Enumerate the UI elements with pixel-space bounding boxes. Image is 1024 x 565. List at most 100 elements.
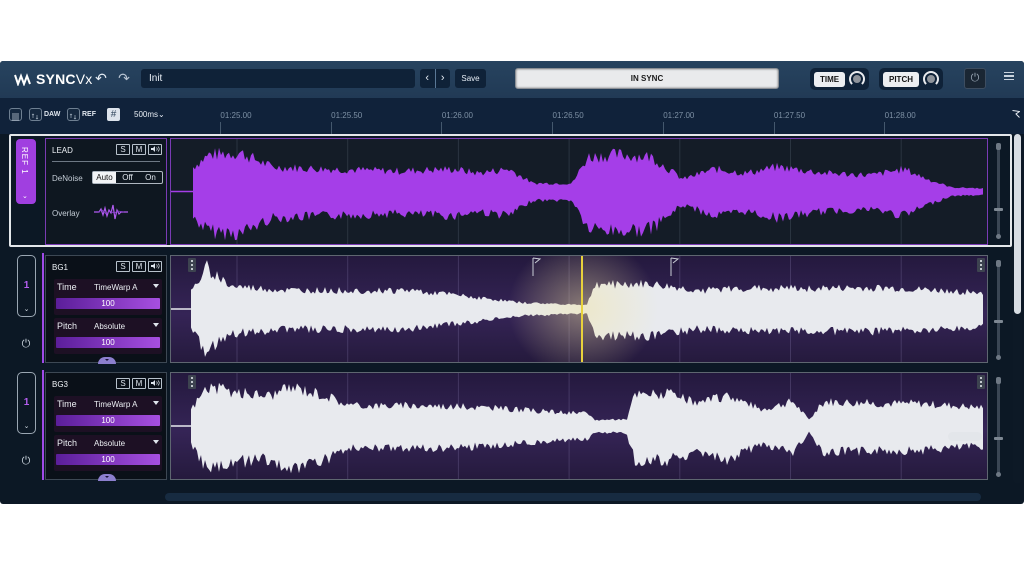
denoise-option-on[interactable]: On — [139, 172, 162, 183]
track-name: BG1 — [52, 263, 69, 272]
kebab-menu-icon[interactable] — [188, 375, 196, 389]
ref-sync-icon[interactable] — [67, 108, 80, 121]
ruler-tick-label: 01:27.50 — [773, 111, 806, 120]
pitch-mode-select[interactable]: Absolute — [94, 322, 125, 331]
caret-down-icon[interactable] — [153, 440, 159, 444]
preset-name-field[interactable]: Init — [141, 69, 415, 88]
ruler-tick-label: 01:26.50 — [552, 111, 584, 120]
corner-flag-icon[interactable] — [1012, 110, 1020, 118]
ruler-tick — [662, 122, 664, 134]
speaker-icon[interactable] — [148, 144, 162, 155]
sync-status-button[interactable]: IN SYNC — [515, 68, 779, 89]
mute-button[interactable]: M — [132, 261, 146, 272]
pitch-knob[interactable] — [923, 71, 939, 87]
denoise-label: DeNoise — [52, 174, 83, 183]
expand-panel-button[interactable] — [98, 474, 116, 481]
reference-control-panel: LEAD S M DeNoise Auto Off On Overlay — [45, 138, 167, 245]
pitch-toggle-button[interactable]: PITCH — [883, 71, 919, 87]
previous-preset-button[interactable]: ‹ — [420, 69, 436, 88]
speaker-icon[interactable] — [148, 261, 162, 272]
ref-selector-tab[interactable]: 1 ⌄ — [17, 255, 36, 317]
track-control-panel: BG1 S M Time TimeWarp A 100 Pitch Absolu… — [45, 255, 167, 364]
vertical-scrollbar[interactable] — [1013, 134, 1022, 484]
waves-logo-icon — [14, 73, 31, 86]
pitch-amount-slider[interactable]: 100 — [56, 337, 160, 348]
overlay-waveform-icon[interactable] — [94, 204, 128, 220]
denoise-option-off[interactable]: Off — [116, 172, 139, 183]
track-volume-slider[interactable] — [994, 260, 1003, 360]
next-preset-button[interactable]: › — [436, 69, 451, 88]
track-waveform-graphic — [171, 373, 983, 479]
chevron-down-icon: ⌄ — [23, 306, 30, 313]
ruler-tick-label: 01:28.00 — [884, 111, 916, 120]
solo-button[interactable]: S — [116, 261, 130, 272]
hamburger-menu-icon[interactable] — [1004, 72, 1014, 80]
ruler-tick-label: 01:25.00 — [220, 111, 252, 120]
track-name: BG3 — [52, 380, 69, 389]
pitch-label: Pitch — [57, 321, 78, 331]
caret-down-icon[interactable] — [153, 401, 159, 405]
grid-icon[interactable]: # — [107, 108, 120, 121]
track-power-icon[interactable]: ⏻ — [19, 454, 33, 468]
speaker-icon[interactable] — [148, 378, 162, 389]
track-volume-slider[interactable] — [994, 377, 1003, 477]
chevron-down-icon: ⌄ — [22, 193, 28, 200]
horizontal-scrollbar[interactable] — [165, 493, 981, 501]
track-waveform[interactable] — [170, 255, 988, 363]
list-icon[interactable] — [9, 108, 22, 121]
sync-marker-flag[interactable] — [670, 257, 680, 276]
ruler-tick-label: 01:27.00 — [663, 111, 695, 120]
caret-down-icon[interactable] — [153, 323, 159, 327]
kebab-menu-icon[interactable] — [977, 258, 985, 272]
pitch-amount-slider[interactable]: 100 — [56, 454, 160, 465]
caret-down-icon[interactable] — [153, 284, 159, 288]
app-title: SYNCVx — [36, 71, 93, 87]
ref-label: REF — [82, 111, 96, 118]
pitch-mode-select[interactable]: Absolute — [94, 439, 125, 448]
solo-button[interactable]: S — [116, 144, 130, 155]
ruler-tick — [884, 122, 886, 134]
pitch-mode-group: PITCH — [879, 68, 943, 90]
kebab-menu-icon[interactable] — [188, 258, 196, 272]
reference-track: REF 1 ⌄ LEAD S M DeNoise Auto Off On Ove… — [0, 134, 1024, 247]
undo-icon[interactable]: ↶ — [94, 71, 108, 85]
mute-button[interactable]: M — [132, 378, 146, 389]
denoise-option-auto[interactable]: Auto — [93, 172, 116, 183]
track-waveform[interactable] — [170, 372, 988, 480]
redo-icon[interactable]: ↷ — [117, 71, 131, 85]
vertical-scrollbar-thumb[interactable] — [1014, 134, 1021, 314]
track-power-icon[interactable]: ⏻ — [19, 337, 33, 351]
waveform-shape — [193, 147, 983, 241]
app-logo: SYNCVx — [14, 71, 92, 87]
reference-volume-slider[interactable] — [994, 143, 1003, 239]
header-bar: SYNCVx ↶ ↷ Init ‹ › Save IN SYNC TIME PI… — [0, 61, 1024, 98]
ref-selector-tab[interactable]: REF 1 ⌄ — [16, 139, 36, 204]
daw-sync-icon[interactable] — [29, 108, 42, 121]
time-mode-select[interactable]: TimeWarp A — [94, 283, 137, 292]
horizontal-scrollbar-thumb[interactable] — [948, 432, 982, 441]
time-mode-select[interactable]: TimeWarp A — [94, 400, 137, 409]
bg-track-bg3: 1 ⌄ ⏻ BG3 S M Time TimeWarp A 100 Pitch … — [0, 369, 1024, 484]
track-accent-bar — [42, 370, 44, 480]
ruler-tick — [330, 122, 332, 134]
mute-button[interactable]: M — [132, 144, 146, 155]
reference-waveform[interactable] — [170, 138, 988, 245]
time-label: Time — [57, 399, 77, 409]
time-amount-slider[interactable]: 100 — [56, 415, 160, 426]
grid-resolution-select[interactable]: 500ms⌄ — [134, 110, 165, 119]
time-toggle-button[interactable]: TIME — [814, 71, 846, 87]
ref-selector-tab[interactable]: 1 ⌄ — [17, 372, 36, 434]
divider — [52, 161, 160, 162]
power-icon[interactable]: ⏻ — [964, 68, 986, 89]
time-knob[interactable] — [849, 71, 866, 87]
ruler-tick-label: 01:25.50 — [331, 111, 363, 120]
time-amount-slider[interactable]: 100 — [56, 298, 160, 309]
save-button[interactable]: Save — [455, 69, 486, 88]
ruler-tick — [773, 122, 775, 134]
solo-button[interactable]: S — [116, 378, 130, 389]
pitch-param: Pitch Absolute 100 — [54, 318, 162, 354]
bg-track-bg1: 1 ⌄ ⏻ BG1 S M Time TimeWarp A 100 Pitch … — [0, 252, 1024, 367]
expand-panel-button[interactable] — [98, 357, 116, 364]
kebab-menu-icon[interactable] — [977, 375, 985, 389]
ref-tab-label: REF 1 — [20, 147, 29, 175]
